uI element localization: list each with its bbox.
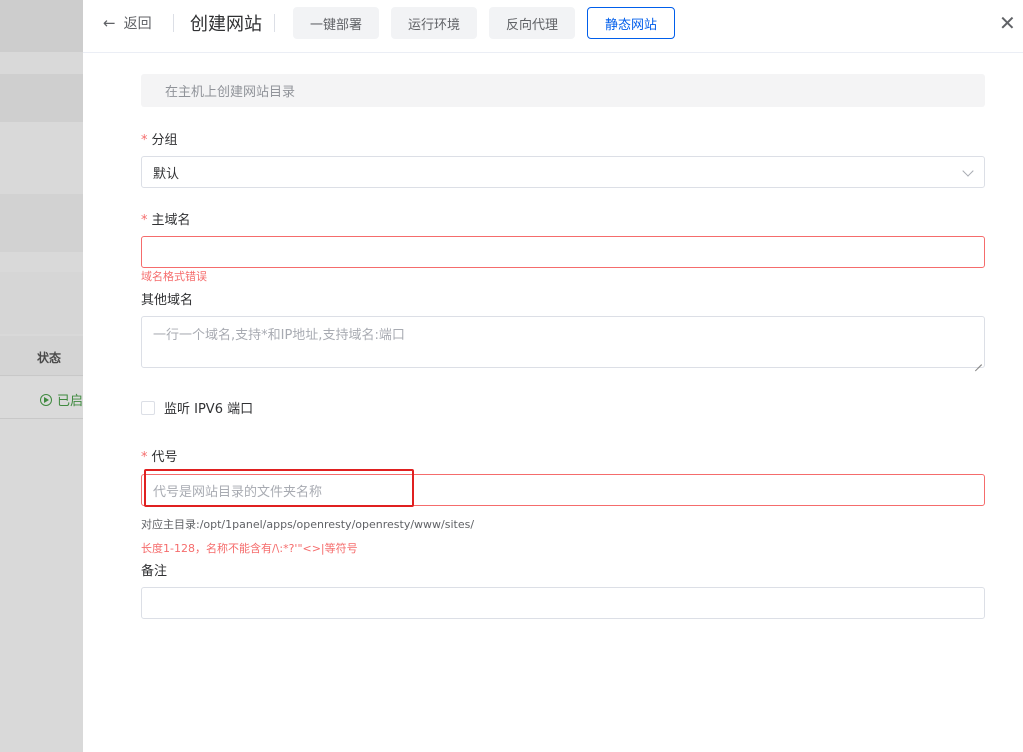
background-status-value: 已启 — [57, 394, 84, 409]
resize-handle-icon[interactable] — [974, 357, 982, 365]
back-button[interactable]: ← 返回 — [103, 13, 152, 33]
ipv6-checkbox[interactable] — [141, 400, 155, 415]
chevron-down-icon — [962, 165, 974, 177]
ipv6-checkbox-row[interactable]: 监听 IPV6 端口 — [141, 398, 253, 417]
primary-domain-error: 域名格式错误 — [141, 270, 207, 283]
primary-domain-input[interactable] — [141, 236, 985, 268]
background-status-cell: 已启 — [40, 390, 83, 409]
tab-runtime[interactable]: 运行环境 — [391, 7, 477, 39]
background-status-header: 状态 — [37, 351, 62, 365]
other-domains-textarea[interactable]: 一行一个域名,支持*和IP地址,支持域名:端口 — [141, 316, 985, 368]
other-domains-label: 其他域名 — [141, 293, 194, 308]
header-divider — [173, 14, 174, 32]
tab-one-click-deploy[interactable]: 一键部署 — [293, 7, 379, 39]
arrow-left-icon: ← — [103, 14, 116, 32]
play-circle-icon — [40, 393, 52, 406]
drawer-title: 创建网站 — [190, 14, 262, 35]
tab-reverse-proxy[interactable]: 反向代理 — [489, 7, 575, 39]
back-label: 返回 — [123, 16, 152, 32]
alias-label: * 代号 — [141, 450, 178, 465]
annotation-highlight-box — [144, 469, 414, 507]
alias-directory-hint: 对应主目录:/opt/1panel/apps/openresty/openres… — [141, 518, 475, 531]
remark-label: 备注 — [141, 564, 168, 579]
other-domains-placeholder: 一行一个域名,支持*和IP地址,支持域名:端口 — [153, 328, 405, 343]
ipv6-label: 监听 IPV6 端口 — [164, 402, 254, 417]
tab-static-website[interactable]: 静态网站 — [587, 7, 675, 39]
remark-input[interactable] — [141, 587, 985, 619]
group-label: * 分组 — [141, 133, 178, 148]
close-icon[interactable]: ✕ — [999, 13, 1016, 33]
group-select[interactable]: 默认 — [141, 156, 985, 188]
create-website-drawer: ← 返回 创建网站 一键部署 运行环境 反向代理 静态网站 ✕ 在主机上创建网站… — [83, 0, 1023, 752]
info-alert: 在主机上创建网站目录 — [141, 74, 985, 107]
group-select-value: 默认 — [153, 166, 180, 182]
create-website-form: 在主机上创建网站目录 * 分组 默认 * 主域名 域名格式错误 其他域名 一行一个域… — [141, 74, 985, 619]
primary-domain-label: * 主域名 — [141, 213, 191, 228]
header-divider — [274, 14, 275, 32]
drawer-header: ← 返回 创建网站 一键部署 运行环境 反向代理 静态网站 ✕ — [83, 0, 1023, 53]
alias-error: 长度1-128，名称不能含有/\:*?'"<>|等符号 — [141, 542, 358, 555]
